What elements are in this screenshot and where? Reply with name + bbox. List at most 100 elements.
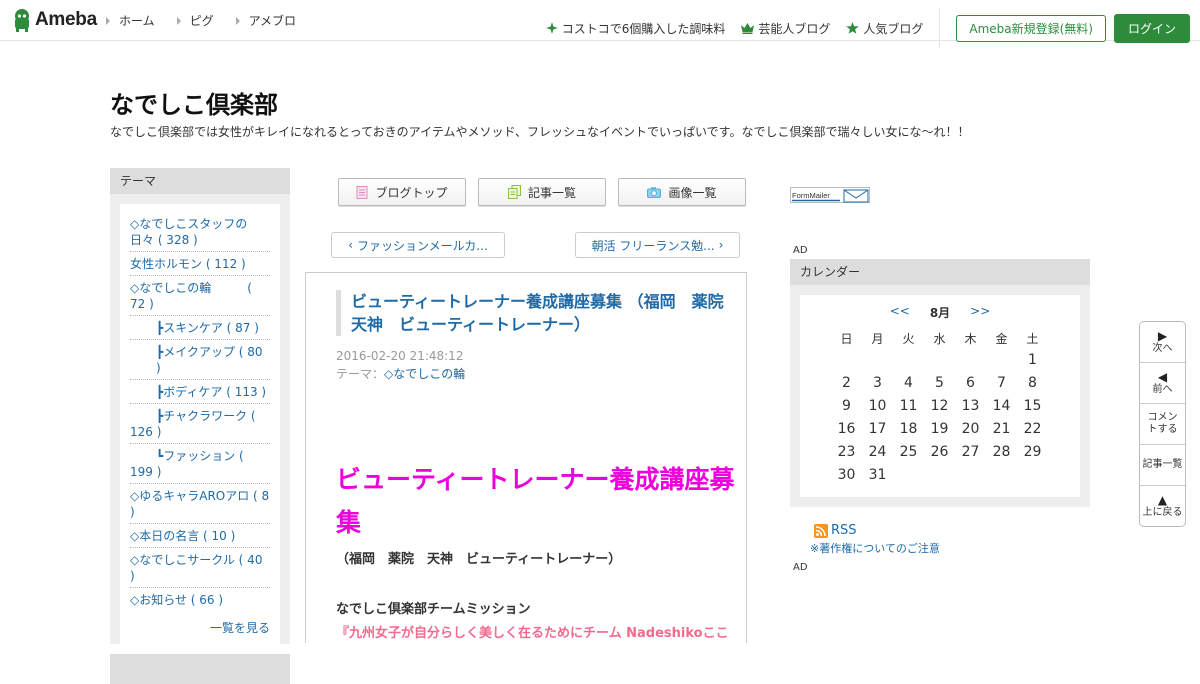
calendar-week: 30 31	[831, 463, 1048, 486]
calendar-day: 28	[992, 443, 1011, 460]
rss-link[interactable]: RSS	[814, 523, 857, 538]
calendar-day: 20	[961, 420, 980, 437]
nav-ameblo[interactable]: アメブロ	[235, 12, 296, 29]
formmailer-banner[interactable]: FormMailer	[790, 187, 870, 203]
article-mission: なでしこ倶楽部チームミッション	[336, 602, 531, 617]
calendar-day: 9	[842, 397, 851, 414]
popular-blog-link[interactable]: 人気ブログ	[846, 20, 923, 37]
calendar-day: 6	[966, 374, 975, 391]
theme-more-link[interactable]: 一覧を見る	[130, 611, 270, 636]
logo-text: Ameba	[35, 9, 97, 30]
nav-pigg[interactable]: ピグ	[176, 12, 214, 29]
weekday: 月	[871, 331, 884, 346]
float-prev-button[interactable]: ◀ 前へ	[1140, 363, 1185, 404]
calendar-empty-cell	[955, 463, 986, 486]
calendar-empty-cell	[893, 348, 924, 371]
weekday: 水	[933, 331, 946, 346]
theme-item[interactable]: ┣ボディケア ( 113 )	[130, 380, 270, 404]
weekday: 日	[840, 331, 853, 346]
calendar-day: 25	[899, 443, 918, 460]
weekday: 木	[964, 331, 977, 346]
calendar-heading: カレンダー	[790, 259, 1090, 285]
article-heading: ビューティートレーナー養成講座募集	[336, 465, 735, 537]
theme-item[interactable]: ◇お知らせ ( 66 )	[130, 588, 270, 611]
login-button[interactable]: ログイン	[1113, 13, 1190, 43]
calendar-prev-link[interactable]: <<	[890, 304, 910, 321]
float-next-button[interactable]: ▶ 次へ	[1140, 322, 1185, 363]
article: ビューティートレーナー養成講座募集 （福岡 薬院 天神 ビューティートレーナー）…	[305, 272, 747, 643]
header-divider	[939, 8, 941, 48]
theme-item[interactable]: ┣スキンケア ( 87 )	[130, 316, 270, 340]
blog-title[interactable]: なでしこ倶楽部	[110, 85, 278, 120]
nav-arrow-icon	[235, 16, 240, 25]
calendar-week: 2 3 4 5 6 7 8	[831, 371, 1048, 394]
calendar-day: 11	[899, 397, 918, 414]
ad-label-2: AD	[793, 562, 808, 573]
calendar-day: 15	[1023, 397, 1042, 414]
theme-item[interactable]: ◇本日の名言 ( 10 )	[130, 524, 270, 548]
play-left-icon: ◀	[1157, 369, 1168, 384]
calendar-day: 18	[899, 420, 918, 437]
calendar-empty-cell	[986, 348, 1017, 371]
trend-link[interactable]: コストコで6個購入した調味料	[545, 20, 725, 37]
theme-heading: テーマ	[110, 168, 290, 194]
calendar-day: 30	[837, 466, 856, 483]
article-theme-link[interactable]: ◇なでしこの輪	[384, 367, 465, 381]
copyright-notice-link[interactable]: ※著作権についてのご注意	[810, 540, 940, 556]
blog-tabs: ブログトップ 記事一覧 画像一覧	[338, 178, 758, 206]
calendar-day: 5	[935, 374, 944, 391]
theme-item[interactable]: ┣メイクアップ ( 80 )	[130, 340, 270, 380]
float-comment-button[interactable]: コメントする	[1140, 404, 1185, 445]
calendar-empty-cell	[862, 348, 893, 371]
calendar-next-link[interactable]: >>	[970, 304, 990, 321]
play-right-icon: ▶	[1157, 328, 1168, 343]
left-sidebar: テーマ ◇なでしこスタッフの日々 ( 328 ) 女性ホルモン ( 112 ) …	[110, 168, 290, 684]
ameba-logo[interactable]: Ameba	[12, 8, 97, 32]
article-subheading: （福岡 薬院 天神 ビューティートレーナー）	[336, 552, 622, 567]
float-list-button[interactable]: 記事一覧	[1140, 445, 1185, 486]
article-theme: テーマ：◇なでしこの輪	[336, 367, 466, 381]
calendar-day: 4	[904, 374, 913, 391]
theme-item[interactable]: ┗ファッション ( 199 )	[130, 444, 270, 484]
next-article-link[interactable]: 朝活 フリーランス勉... ›	[575, 232, 740, 258]
sparkle-icon	[545, 22, 558, 34]
nav-arrow-icon	[106, 16, 110, 25]
calendar-empty-cell	[924, 463, 955, 486]
theme-item[interactable]: ◇なでしこサークル ( 40 )	[130, 548, 270, 588]
calendar-empty-cell	[924, 348, 955, 371]
weekday: 金	[995, 331, 1008, 346]
calendar-month: 8月	[929, 306, 951, 320]
document-icon	[356, 185, 368, 199]
calendar-grid: 日 月 火 水 木 金 土 1 2 3 4 5 6 7 8 9 10 11 12 13 14 15 16 17 1…	[831, 328, 1048, 486]
calendar-empty-cell	[955, 348, 986, 371]
calendar-week: 23 24 25 26 27 28 29	[831, 440, 1048, 463]
theme-item[interactable]: ◇なでしこスタッフの日々 ( 328 )	[130, 212, 270, 252]
image-list-button[interactable]: 画像一覧	[618, 178, 746, 206]
svg-text:FormMailer: FormMailer	[792, 191, 830, 200]
calendar-day: 31	[868, 466, 887, 483]
calendar-day: 23	[837, 443, 856, 460]
calendar-day: 13	[961, 397, 980, 414]
theme-item[interactable]: 女性ホルモン ( 112 )	[130, 252, 270, 276]
ad-label: AD	[793, 245, 808, 256]
global-header: Ameba ホーム ピグ アメブロ コストコで6個購入した調味料 芸能人ブログ …	[0, 0, 1200, 48]
calendar-day: 21	[992, 420, 1011, 437]
article-list-button[interactable]: 記事一覧	[478, 178, 606, 206]
camera-icon	[647, 186, 662, 198]
theme-item[interactable]: ◇なでしこの輪 ( 72 )	[130, 276, 270, 316]
nav-home[interactable]: ホーム	[106, 12, 155, 29]
prev-article-link[interactable]: ‹ ファッションメールカ...	[331, 232, 505, 258]
celebrity-blog-link[interactable]: 芸能人ブログ	[741, 20, 830, 37]
calendar-day: 16	[837, 420, 856, 437]
article-title[interactable]: ビューティートレーナー養成講座募集 （福岡 薬院 天神 ビューティートレーナー）	[336, 290, 740, 336]
theme-item[interactable]: ┣チャクラワーク ( 126 )	[130, 404, 270, 444]
theme-box: テーマ ◇なでしこスタッフの日々 ( 328 ) 女性ホルモン ( 112 ) …	[110, 168, 290, 644]
calendar-week: 1	[831, 348, 1048, 371]
blog-top-button[interactable]: ブログトップ	[338, 178, 466, 206]
calendar-day: 14	[992, 397, 1011, 414]
weekday: 火	[902, 331, 915, 346]
theme-item[interactable]: ◇ゆるキャラAROアロ ( 8 )	[130, 484, 270, 524]
arrow-up-icon: ▲	[1157, 492, 1168, 507]
register-button[interactable]: Ameba新規登録(無料)	[956, 14, 1106, 42]
float-top-button[interactable]: ▲ 上に戻る	[1140, 486, 1185, 526]
